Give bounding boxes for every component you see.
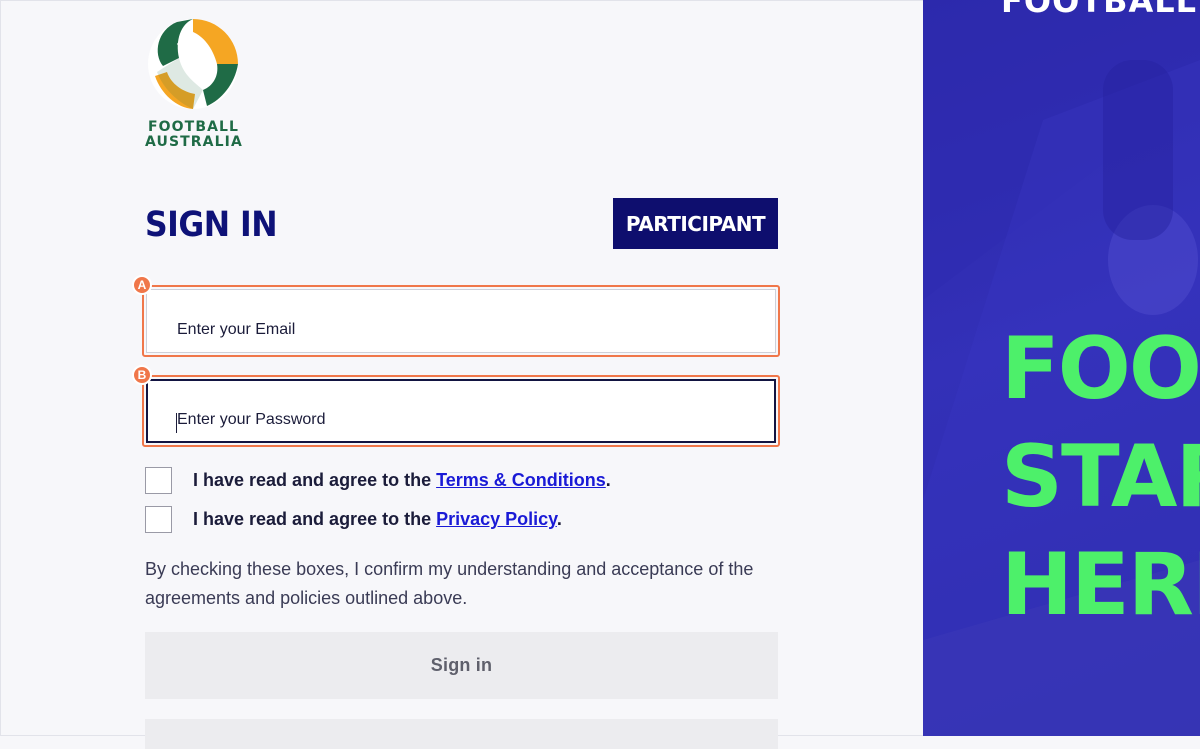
- privacy-suffix: .: [556, 509, 562, 529]
- terms-suffix: .: [605, 470, 611, 490]
- terms-prefix: I have read and agree to the: [193, 470, 437, 490]
- sign-in-button[interactable]: Sign in: [145, 632, 778, 699]
- terms-checkbox-row: I have read and agree to the Terms & Con…: [145, 467, 611, 494]
- terms-checkbox[interactable]: [145, 467, 172, 494]
- privacy-checkbox[interactable]: [145, 506, 172, 533]
- logo-ball-icon: [148, 19, 238, 109]
- terms-label: I have read and agree to the Terms & Con…: [193, 470, 611, 491]
- hero-headline-line-3: HERE: [1001, 535, 1200, 635]
- marker-a-badge: A: [132, 275, 152, 295]
- page-title: SIGN IN: [145, 205, 278, 245]
- privacy-checkbox-row: I have read and agree to the Privacy Pol…: [145, 506, 562, 533]
- privacy-link[interactable]: Privacy Policy: [436, 509, 557, 529]
- logo-line-football: FOOTBALL: [148, 119, 240, 135]
- participant-badge: PARTICIPANT: [613, 198, 778, 249]
- privacy-prefix: I have read and agree to the: [193, 509, 437, 529]
- email-field-wrapper: [142, 285, 780, 357]
- password-field-wrapper: [142, 375, 780, 447]
- marker-b-badge: B: [132, 365, 152, 385]
- hero-panel: FOOTBALL FOO STAR HERE: [923, 0, 1200, 736]
- football-australia-logo: FOOTBALL AUSTRALIA: [145, 18, 245, 150]
- password-input[interactable]: [146, 379, 776, 443]
- terms-link[interactable]: Terms & Conditions: [436, 470, 606, 490]
- hero-headline-line-1: FOO: [1001, 319, 1200, 419]
- secondary-button[interactable]: [145, 719, 778, 749]
- email-input[interactable]: [146, 289, 776, 353]
- logo-line-australia: AUSTRALIA: [145, 134, 243, 150]
- hero-headline-line-2: STAR: [1001, 427, 1200, 527]
- confirmation-text: By checking these boxes, I confirm my un…: [145, 559, 754, 608]
- privacy-label: I have read and agree to the Privacy Pol…: [193, 509, 562, 530]
- text-caret: [176, 413, 177, 433]
- hero-top-text: FOOTBALL: [1001, 0, 1198, 20]
